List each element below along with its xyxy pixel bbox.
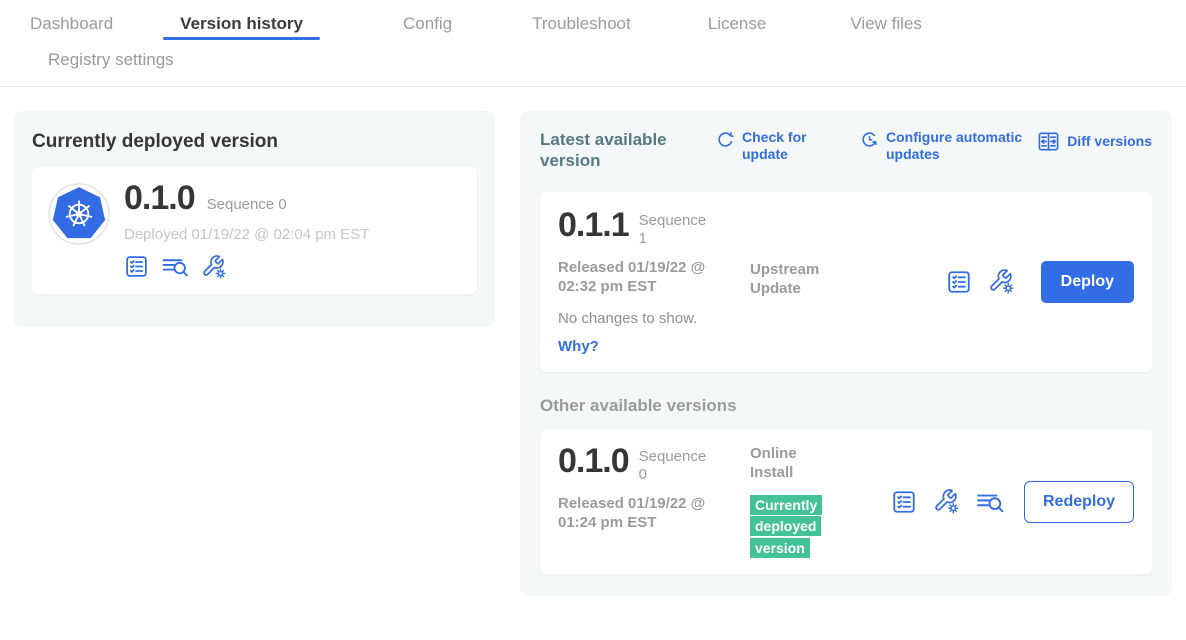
nav-row-2: Registry settings: [0, 48, 1186, 86]
version-number: 0.1.0: [558, 444, 629, 480]
config-wrench-icon[interactable]: [988, 268, 1015, 295]
tab-troubleshoot[interactable]: Troubleshoot: [532, 14, 631, 48]
version-row: 0.1.0 Sequence 0: [124, 181, 369, 217]
clock-refresh-icon: [860, 130, 879, 149]
no-changes-note: No changes to show.: [558, 310, 748, 327]
diff-icon: [1037, 130, 1060, 153]
other-available-versions-title: Other available versions: [540, 396, 1152, 416]
version-info-column: 0.1.1 Sequence 1 Released 01/19/22 @ 02:…: [558, 208, 748, 356]
configure-automatic-updates-link[interactable]: Configure automatic updates: [860, 129, 1034, 163]
other-version-card: 0.1.0 Sequence 0 Released 01/19/22 @ 01:…: [540, 430, 1152, 574]
released-timestamp: Released 01/19/22 @ 02:32 pm EST: [558, 258, 734, 297]
version-row: 0.1.1 Sequence 1: [558, 208, 748, 248]
deploy-logs-icon[interactable]: [976, 489, 1004, 515]
deployed-timestamp: Deployed 01/19/22 @ 02:04 pm EST: [124, 226, 369, 243]
diff-versions-label: Diff versions: [1067, 133, 1152, 150]
top-navigation: Dashboard Version history Config Trouble…: [0, 0, 1186, 87]
sequence-label: Sequence 1: [639, 212, 711, 248]
config-wrench-icon[interactable]: [201, 254, 227, 280]
tab-license[interactable]: License: [708, 14, 767, 48]
main-content: Currently deployed version: [0, 87, 1186, 596]
why-link[interactable]: Why?: [558, 338, 599, 355]
currently-deployed-title: Currently deployed version: [32, 131, 477, 153]
currently-deployed-panel: Currently deployed version: [14, 111, 495, 327]
tab-version-history[interactable]: Version history: [180, 14, 303, 48]
tab-registry-settings[interactable]: Registry settings: [48, 50, 174, 70]
version-number: 0.1.1: [558, 208, 629, 244]
latest-version-card: 0.1.1 Sequence 1 Released 01/19/22 @ 02:…: [540, 192, 1152, 372]
sequence-label: Sequence 0: [639, 448, 711, 484]
currently-deployed-badge: Currently deployed version: [750, 495, 822, 558]
latest-version-header: Latest available version Check for updat…: [540, 129, 1152, 172]
version-source: Online Install: [750, 444, 840, 483]
version-info-column: 0.1.0 Sequence 0 Released 01/19/22 @ 01:…: [558, 444, 748, 560]
released-timestamp: Released 01/19/22 @ 01:24 pm EST: [558, 494, 734, 533]
source-column: Online Install Currently deployed versio…: [750, 444, 868, 560]
check-for-update-link[interactable]: Check for update: [716, 129, 814, 163]
sequence-label: Sequence 0: [207, 196, 287, 213]
check-for-update-label: Check for update: [742, 129, 814, 163]
version-action-icons: [946, 268, 1015, 295]
version-number: 0.1.0: [124, 181, 195, 217]
deploy-logs-icon[interactable]: [161, 254, 189, 279]
latest-available-title: Latest available version: [540, 129, 692, 172]
preflight-checklist-icon[interactable]: [124, 254, 149, 279]
configure-automatic-updates-label: Configure automatic updates: [886, 129, 1034, 163]
deployed-version-card: 0.1.0 Sequence 0 Deployed 01/19/22 @ 02:…: [32, 167, 477, 294]
diff-versions-link[interactable]: Diff versions: [1037, 129, 1152, 153]
refresh-icon: [716, 130, 735, 149]
deployed-version-info: 0.1.0 Sequence 0 Deployed 01/19/22 @ 02:…: [124, 181, 369, 280]
available-versions-panel: Latest available version Check for updat…: [520, 111, 1172, 596]
tab-view-files[interactable]: View files: [850, 14, 922, 48]
preflight-checklist-icon[interactable]: [891, 489, 917, 515]
tab-dashboard[interactable]: Dashboard: [30, 14, 113, 48]
preflight-checklist-icon[interactable]: [946, 269, 972, 295]
config-wrench-icon[interactable]: [933, 488, 960, 515]
version-action-icons: [891, 488, 1004, 515]
version-row: 0.1.0 Sequence 0: [558, 444, 748, 484]
redeploy-button[interactable]: Redeploy: [1024, 481, 1134, 523]
version-source: Upstream Update: [750, 260, 840, 299]
source-column: Upstream Update: [750, 260, 868, 356]
tab-config[interactable]: Config: [403, 14, 452, 48]
kubernetes-logo-icon: [48, 183, 110, 245]
version-action-icons: [124, 254, 369, 280]
nav-row-1: Dashboard Version history Config Trouble…: [0, 14, 1186, 48]
deployed-badge-wrap: Currently deployed version: [750, 495, 826, 560]
deploy-button[interactable]: Deploy: [1041, 261, 1134, 303]
